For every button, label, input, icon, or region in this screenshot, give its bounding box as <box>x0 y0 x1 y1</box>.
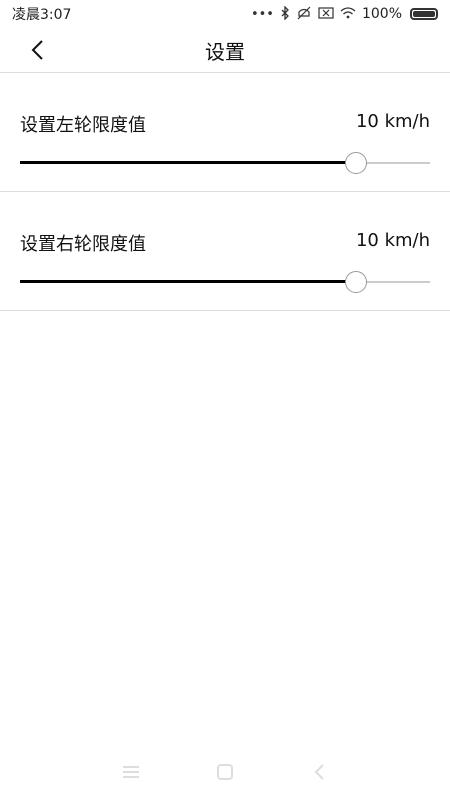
right-wheel-setting: 设置右轮限度值 10 km/h <box>0 192 450 311</box>
battery-percent: 100% <box>361 6 402 22</box>
left-wheel-label: 设置左轮限度值 <box>20 115 146 136</box>
sim-off-icon <box>318 6 334 22</box>
home-icon <box>217 764 233 780</box>
back-button[interactable] <box>24 36 52 64</box>
wifi-icon <box>340 6 356 22</box>
back-arrow-icon <box>31 40 43 60</box>
status-bar: 凌晨3:07 ••• 100% <box>0 0 450 28</box>
right-wheel-value: 10 km/h <box>355 230 430 251</box>
page-title: 设置 <box>205 39 245 64</box>
nav-back-button[interactable] <box>307 760 331 784</box>
left-wheel-slider[interactable] <box>20 152 430 174</box>
more-dots-icon: ••• <box>250 6 274 22</box>
right-wheel-label: 设置右轮限度值 <box>20 234 146 255</box>
status-time: 凌晨3:07 <box>12 7 72 23</box>
battery-icon <box>410 8 438 20</box>
slider-thumb[interactable] <box>345 271 368 293</box>
slider-fill <box>20 280 357 283</box>
slider-thumb[interactable] <box>345 152 368 174</box>
menu-button[interactable] <box>119 760 143 784</box>
left-wheel-setting: 设置左轮限度值 10 km/h <box>0 73 450 192</box>
system-nav-bar <box>0 744 450 800</box>
nav-back-icon <box>314 764 324 780</box>
header: 设置 <box>0 28 450 73</box>
right-wheel-slider[interactable] <box>20 271 430 293</box>
menu-icon <box>123 766 139 778</box>
mute-icon <box>296 6 312 23</box>
home-button[interactable] <box>213 760 237 784</box>
slider-fill <box>20 161 357 164</box>
bluetooth-icon <box>280 4 290 23</box>
status-icons: ••• 100% <box>250 4 438 23</box>
left-wheel-value: 10 km/h <box>355 111 430 132</box>
